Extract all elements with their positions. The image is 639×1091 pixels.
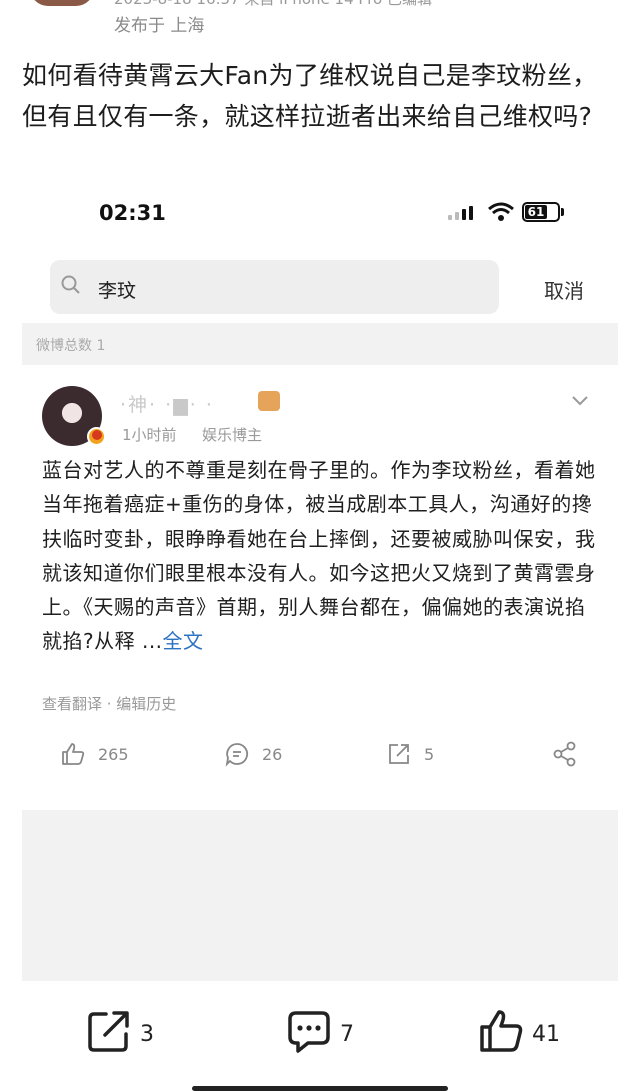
- comment-count: 26: [262, 745, 283, 764]
- cancel-button[interactable]: 取消: [544, 275, 584, 304]
- share-count: 3: [140, 1022, 154, 1047]
- verified-badge-icon: [87, 427, 106, 446]
- weibo-body: 蓝台对艺人的不尊重是刻在骨子里的。作为李玟粉丝，看着她当年拖着癌症+重伤的身体，…: [42, 453, 602, 659]
- comment-icon: [288, 1011, 330, 1053]
- search-input[interactable]: 李玟: [50, 260, 499, 314]
- home-indicator[interactable]: [192, 1086, 448, 1091]
- battery-icon: 61: [522, 202, 560, 222]
- share-icon: [88, 1011, 129, 1052]
- chevron-down-icon[interactable]: [571, 395, 589, 407]
- search-query: 李玟: [98, 280, 137, 302]
- share-nodes-icon: [553, 741, 576, 767]
- comment-icon: [225, 743, 249, 767]
- result-count: 微博总数 1: [36, 338, 106, 354]
- status-time: 02:31: [99, 201, 166, 225]
- post-header: 2023-8-18 16:57 来自 iPhone 14 Pro 已编辑: [0, 0, 639, 28]
- post-location: 发布于 上海: [114, 16, 205, 36]
- post-meta-line: 2023-8-18 16:57 来自 iPhone 14 Pro 已编辑: [114, 0, 432, 9]
- battery-level: 61: [525, 205, 547, 219]
- post-title: 如何看待黄霄云大Fan为了维权说自己是李玟粉丝，但有且仅有一条，就这样拉逝者出来…: [22, 61, 598, 131]
- user-badge-icon: [258, 391, 280, 411]
- like-count: 41: [532, 1022, 560, 1047]
- thumbs-up-icon: [62, 743, 85, 765]
- full-text-link[interactable]: 全文: [163, 629, 204, 653]
- bottom-action-bar: 3 7 41: [0, 1000, 639, 1070]
- author-avatar[interactable]: [30, 0, 94, 6]
- search-row: 李玟 取消: [22, 253, 618, 323]
- weibo-text: 蓝台对艺人的不尊重是刻在骨子里的。作为李玟粉丝，看着她当年拖着癌症+重伤的身体，…: [42, 458, 596, 654]
- post-page: 2023-8-18 16:57 来自 iPhone 14 Pro 已编辑 发布于…: [0, 0, 639, 1091]
- phone-status-bar: 02:31 61: [22, 178, 618, 253]
- result-count-bar: 微博总数 1: [22, 323, 618, 365]
- signal-icon: [448, 206, 478, 220]
- repost-count: 5: [424, 745, 435, 764]
- username[interactable]: ·神· ·▆· ·: [120, 390, 214, 417]
- weibo-card[interactable]: ·神· ·▆· · 1小时前 娱乐博主 蓝台对艺人的不尊重是刻在骨子里的。作为李…: [22, 365, 618, 810]
- post-time: 1小时前: [122, 426, 177, 444]
- battery-tip: [561, 208, 564, 216]
- repost-icon: [389, 744, 409, 764]
- embedded-screenshot[interactable]: 02:31 61 李玟 取消 微博总数 1 ·神· ·▆· · 1小时前 娱乐博…: [22, 178, 618, 981]
- user-type: 娱乐博主: [202, 426, 263, 444]
- empty-area: [22, 810, 618, 981]
- comment-count: 7: [340, 1022, 354, 1047]
- weibo-meta[interactable]: 查看翻译 · 编辑历史: [42, 693, 176, 714]
- search-icon: [61, 275, 80, 294]
- thumbs-up-icon: [480, 1010, 523, 1052]
- wifi-icon: [488, 202, 514, 227]
- like-count: 265: [98, 745, 129, 764]
